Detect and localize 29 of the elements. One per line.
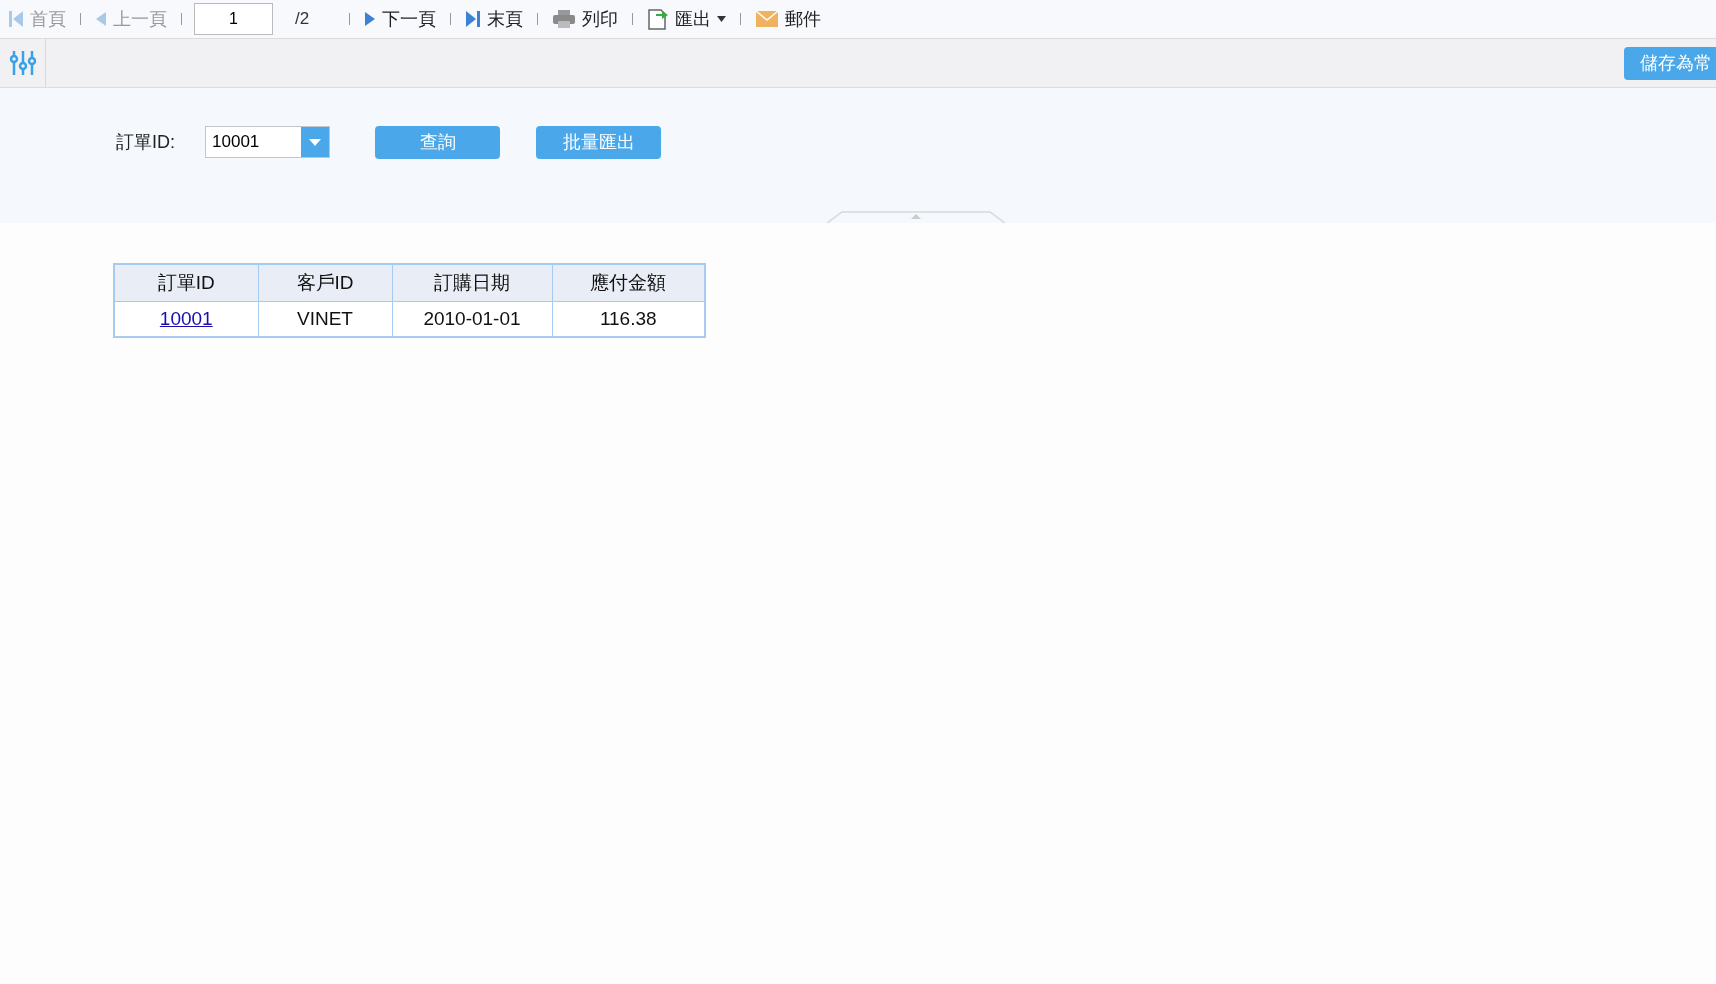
first-page-icon xyxy=(8,10,24,28)
cell-text: 116.38 xyxy=(599,307,657,329)
dropdown-button[interactable] xyxy=(301,127,329,157)
column-header: 訂購日期 xyxy=(392,264,552,301)
column-header: 訂單ID xyxy=(114,264,258,301)
last-page-icon xyxy=(465,10,482,28)
cell-text: 2010-01-01 xyxy=(423,307,521,329)
previous-page-icon xyxy=(95,11,107,27)
page-number-field[interactable]: 1 xyxy=(194,3,273,35)
collapse-handle[interactable] xyxy=(826,211,1006,223)
cell-text: VINET xyxy=(297,307,353,329)
toolbar-button[interactable]: 末頁 xyxy=(463,5,526,33)
column-header: 應付金額 xyxy=(552,264,705,301)
export-document-icon xyxy=(647,7,670,31)
order-link[interactable]: 10001 xyxy=(159,307,213,329)
order-id-label: 訂單ID: xyxy=(116,130,175,154)
sliders-icon[interactable] xyxy=(9,50,36,76)
toolbar-button[interactable]: 下一頁 xyxy=(362,5,439,33)
page-total: /2 xyxy=(295,8,310,31)
column-header: 客戶ID xyxy=(258,264,392,301)
caret-icon xyxy=(309,138,321,146)
caret-icon xyxy=(717,16,727,22)
envelope-icon xyxy=(755,10,780,28)
printer-icon xyxy=(552,9,577,29)
toolbar-button[interactable]: 列印 xyxy=(550,5,621,33)
next-page-icon xyxy=(364,11,377,27)
toolbar-button[interactable]: 郵件 xyxy=(753,5,824,33)
order-id-select[interactable]: 10001 xyxy=(205,126,330,158)
toolbar-button[interactable]: 匯出 xyxy=(645,5,729,33)
